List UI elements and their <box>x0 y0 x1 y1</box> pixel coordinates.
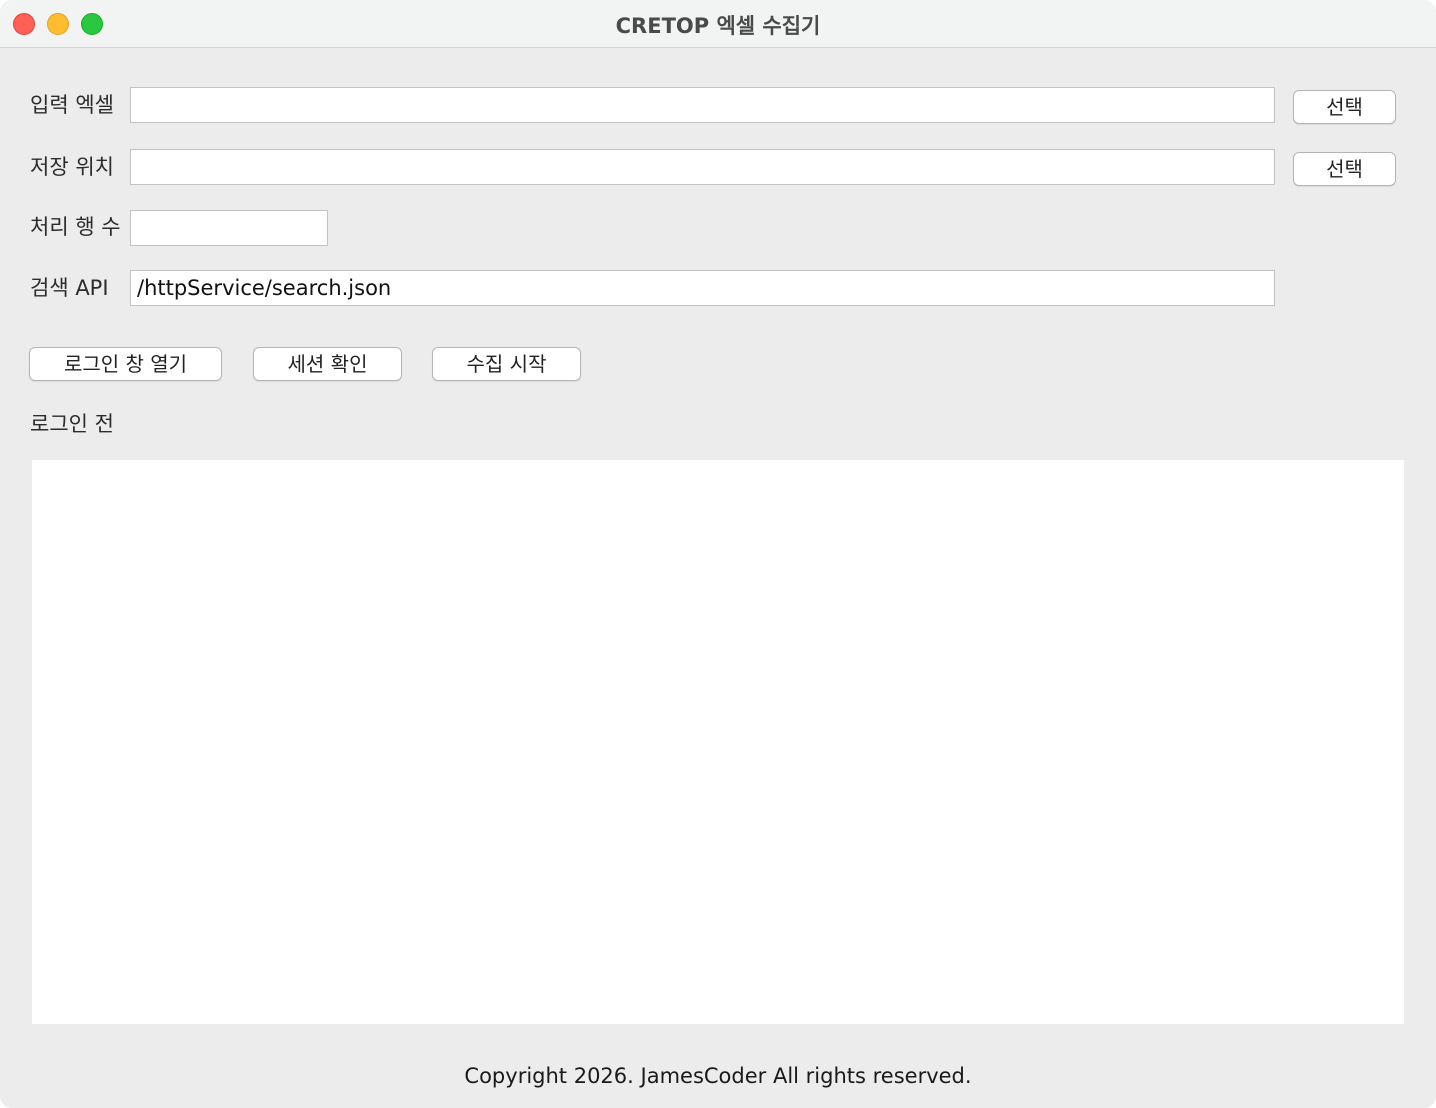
input-excel-select-button[interactable]: 선택 <box>1293 90 1396 124</box>
input-excel-label: 입력 엑셀 <box>30 93 114 117</box>
copyright-footer: Copyright 2026. JamesCoder All rights re… <box>464 1064 972 1088</box>
start-collect-button[interactable]: 수집 시작 <box>432 347 581 381</box>
save-location-select-button[interactable]: 선택 <box>1293 152 1396 186</box>
login-status-text: 로그인 전 <box>30 412 114 436</box>
app-window: CRETOP 엑셀 수집기 입력 엑셀 선택 저장 위치 선택 처리 행 수 검… <box>0 0 1436 1108</box>
log-output-area[interactable] <box>32 460 1404 1024</box>
save-location-label: 저장 위치 <box>30 155 114 179</box>
input-excel-field[interactable] <box>130 87 1275 123</box>
search-api-label: 검색 API <box>30 276 109 300</box>
open-login-window-button[interactable]: 로그인 창 열기 <box>29 347 222 381</box>
check-session-button[interactable]: 세션 확인 <box>253 347 402 381</box>
save-location-field[interactable] <box>130 149 1275 185</box>
search-api-field[interactable] <box>130 270 1275 306</box>
title-bar: CRETOP 엑셀 수집기 <box>0 0 1436 48</box>
window-title: CRETOP 엑셀 수집기 <box>615 14 821 38</box>
row-count-field[interactable] <box>130 210 328 246</box>
row-count-label: 처리 행 수 <box>30 215 121 239</box>
